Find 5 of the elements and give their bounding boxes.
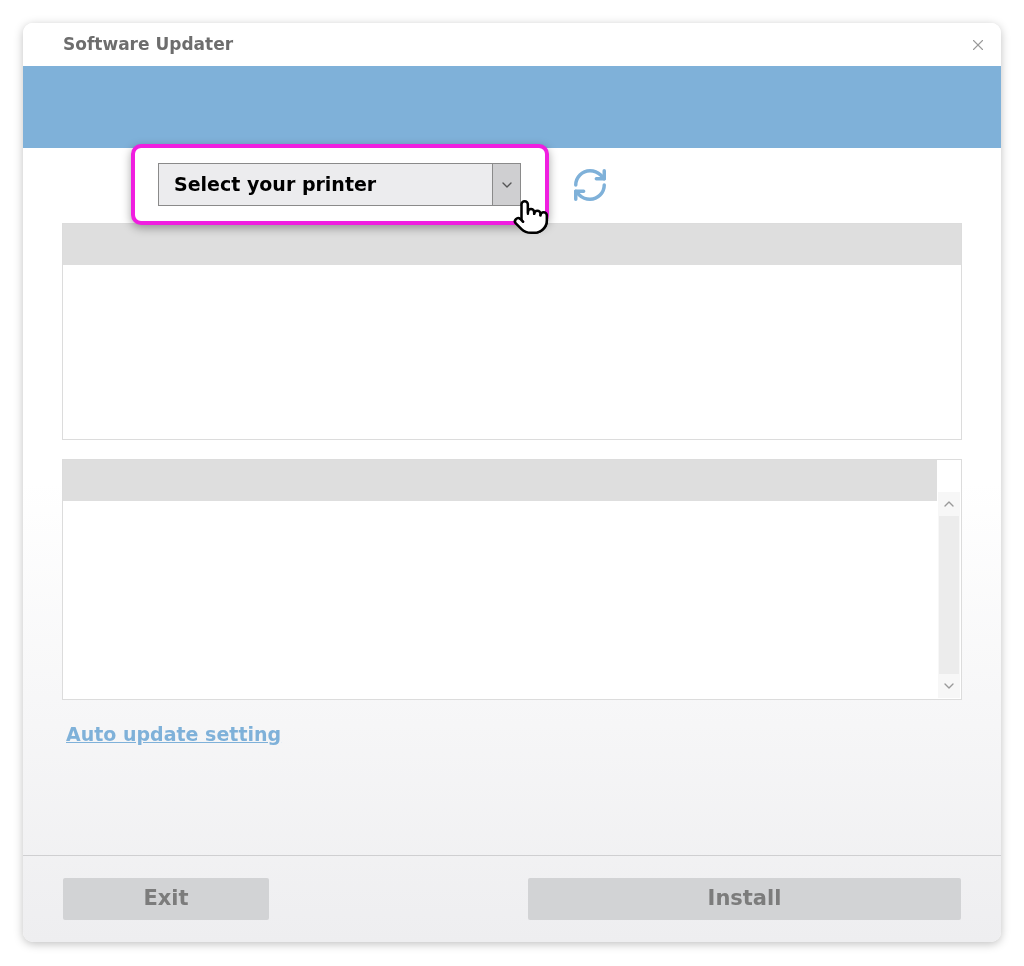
window-title: Software Updater	[63, 32, 234, 56]
printer-dropdown[interactable]: Select your printer	[158, 163, 521, 206]
scrollbar[interactable]	[938, 492, 960, 698]
chevron-down-icon	[492, 164, 520, 205]
auto-update-link[interactable]: Auto update setting	[66, 720, 282, 749]
